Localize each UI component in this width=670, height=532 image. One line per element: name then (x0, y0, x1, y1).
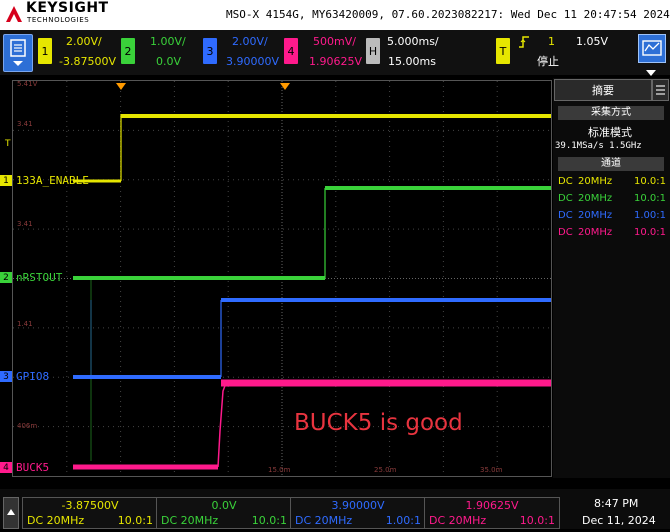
bottom-probe: 10.0:1 (251, 514, 287, 527)
trigger-badge[interactable]: T (496, 38, 510, 64)
panel-row-bandwidth: 20MHz (578, 227, 613, 238)
bottom-coupling: DC 20MHz (429, 514, 487, 527)
horizontal-scale: 5.000ms/ (387, 35, 439, 48)
channel-1-ground-marker[interactable]: 1 (0, 175, 12, 186)
bottom-offset: -3.87500V (61, 499, 119, 512)
bottom-coupling: DC 20MHz (27, 514, 85, 527)
channel-3-ground-marker[interactable]: 3 (0, 371, 12, 382)
channel-1-label: 133A_ENABLE (16, 174, 89, 187)
panel-toggle-icon[interactable] (645, 63, 657, 76)
channel-2-offset: 0.0V (156, 55, 182, 68)
channel-2-scale: 1.00V/ (150, 35, 186, 48)
channel-4-scale: 500mV/ (313, 35, 356, 48)
channel-3-offset: 3.90000V (226, 55, 280, 68)
bottom-channel-4[interactable]: 1.90625V DC 20MHz 10.0:1 (424, 497, 560, 529)
scroll-up-button[interactable] (3, 497, 19, 529)
instrument-info: MSO-X 4154G, MY63420009, 07.60.202308221… (226, 8, 670, 21)
bottom-probe: 1.00:1 (385, 514, 421, 527)
hamburger-icon (656, 85, 665, 95)
panel-row-coupling: DC (558, 193, 573, 204)
clock-date: Dec 11, 2024 (582, 514, 656, 527)
time-label-1: 15.0m (268, 466, 291, 474)
channel-3-scale: 2.00V/ (232, 35, 268, 48)
channel-4-ground-marker[interactable]: 4 (0, 462, 12, 473)
channel-3-label: GPIO8 (16, 370, 50, 383)
panel-row-probe: 10.0:1 (634, 227, 666, 238)
acquisition-header: 采集方式 (558, 106, 664, 120)
panel-row-bandwidth: 20MHz (578, 193, 613, 204)
annotation-text: BUCK5 is good (294, 410, 463, 436)
horizontal-badge[interactable]: H (366, 38, 380, 64)
channel-2-badge[interactable]: 2 (121, 38, 135, 64)
panel-row-coupling: DC (558, 210, 573, 221)
panel-row-probe: 10.0:1 (634, 176, 666, 187)
bottom-coupling: DC 20MHz (161, 514, 219, 527)
channel-1-offset: -3.87500V (59, 55, 116, 68)
panel-row-bandwidth: 20MHz (578, 210, 613, 221)
brand-subtitle: TECHNOLOGIES (27, 16, 90, 24)
rising-edge-icon (519, 36, 529, 48)
arrow-up-icon (7, 509, 15, 515)
acquisition-title: 采集方式 (591, 107, 631, 118)
grid-label-4: 1.41 (17, 320, 33, 328)
bottom-probe: 10.0:1 (117, 514, 153, 527)
clock-time: 8:47 PM (594, 497, 639, 510)
keysight-logo-icon (6, 6, 22, 22)
time-label-3: 35.0m (480, 466, 503, 474)
time-reference-marker-icon (280, 75, 290, 94)
panel-menu-button[interactable] (652, 79, 669, 101)
acquisition-mode: 标准模式 (588, 126, 632, 139)
horizontal-delay: 15.00ms (388, 55, 436, 68)
sample-rate: 39.1MSa/s 1.5GHz (555, 141, 642, 151)
panel-row-probe: 10.0:1 (634, 193, 666, 204)
channel-2-ground-marker[interactable]: 2 (0, 272, 12, 283)
panel-row-coupling: DC (558, 176, 573, 187)
screenshot-button[interactable] (638, 34, 666, 63)
trigger-level: 1.05V (576, 35, 609, 48)
bottom-probe: 10.0:1 (519, 514, 555, 527)
channel-1-scale: 2.00V/ (66, 35, 102, 48)
panel-row-probe: 1.00:1 (634, 210, 666, 221)
waveform-display[interactable] (12, 80, 552, 477)
time-label-2: 25.0m (374, 466, 397, 474)
main-menu-button[interactable] (3, 34, 33, 72)
bottom-offset: 3.90000V (331, 499, 385, 512)
brand-name: KEYSIGHT (26, 0, 109, 16)
channel-4-badge[interactable]: 4 (284, 38, 298, 64)
channel-2-label: nRSTOUT (16, 271, 63, 284)
grid-label-1: 5.41V (17, 80, 38, 88)
bottom-offset: 0.0V (211, 499, 237, 512)
summary-tab[interactable]: 摘要 (554, 79, 652, 101)
waveform-grid (13, 81, 551, 476)
trigger-level-marker-icon[interactable]: T (5, 139, 11, 149)
trigger-position-marker-icon[interactable] (116, 75, 126, 94)
channel-4-offset: 1.90625V (309, 55, 363, 68)
panel-row-bandwidth: 20MHz (578, 176, 613, 187)
bottom-channel-2[interactable]: 0.0V DC 20MHz 10.0:1 (156, 497, 292, 529)
channel-1-badge[interactable]: 1 (38, 38, 52, 64)
bottom-coupling: DC 20MHz (295, 514, 353, 527)
grid-label-5: 406m (17, 422, 38, 430)
menu-icon (10, 39, 26, 66)
title-bar: KEYSIGHT TECHNOLOGIES MSO-X 4154G, MY634… (0, 0, 670, 30)
trigger-source: 1 (548, 35, 555, 48)
bottom-offset: 1.90625V (465, 499, 519, 512)
grid-label-2: 3.41 (17, 120, 33, 128)
bottom-channel-3[interactable]: 3.90000V DC 20MHz 1.00:1 (290, 497, 426, 529)
channel-3-badge[interactable]: 3 (203, 38, 217, 64)
run-status: 停止 (537, 55, 559, 68)
bottom-channel-1[interactable]: -3.87500V DC 20MHz 10.0:1 (22, 497, 158, 529)
channel-title: 通道 (601, 158, 621, 169)
scope-icon (642, 40, 662, 56)
channel-4-label: BUCK5 (16, 461, 50, 474)
channel-header: 通道 (558, 157, 664, 171)
grid-label-3: 3.41 (17, 220, 33, 228)
panel-row-coupling: DC (558, 227, 573, 238)
summary-title: 摘要 (592, 84, 614, 97)
